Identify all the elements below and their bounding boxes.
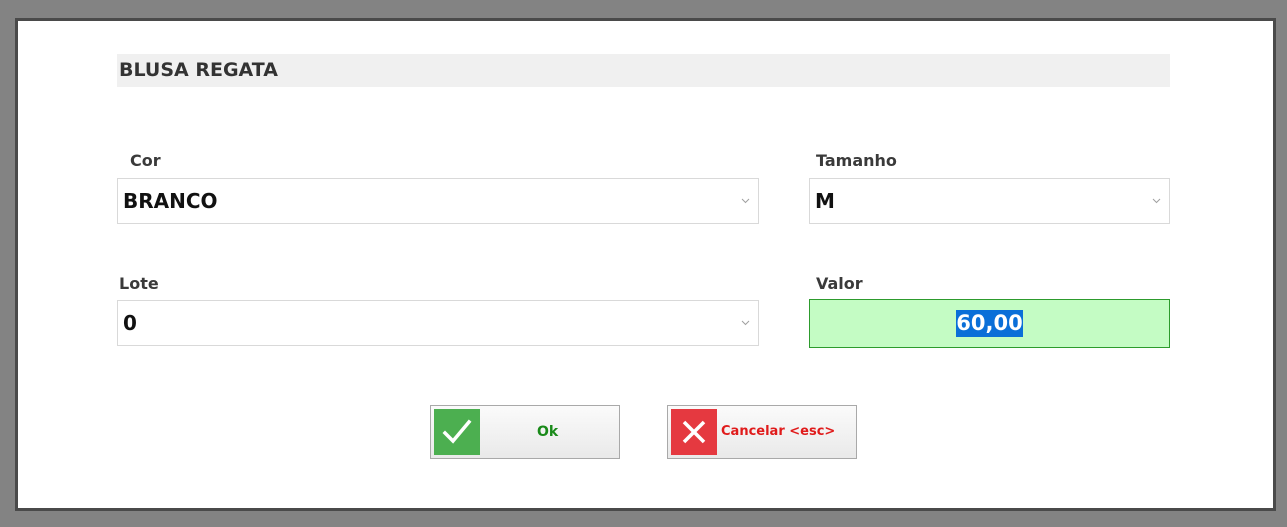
chevron-down-icon — [741, 198, 750, 204]
title-bar: BLUSA REGATA — [117, 54, 1170, 87]
tamanho-value: M — [815, 189, 835, 213]
valor-label: Valor — [816, 274, 863, 293]
valor-value: 60,00 — [956, 310, 1023, 337]
cor-value: BRANCO — [123, 189, 218, 213]
product-title: BLUSA REGATA — [119, 59, 278, 81]
tamanho-label: Tamanho — [816, 151, 897, 170]
tamanho-select[interactable]: M — [809, 178, 1170, 224]
ok-button[interactable]: Ok — [430, 405, 620, 459]
cor-label: Cor — [130, 151, 161, 170]
chevron-down-icon — [741, 320, 750, 326]
close-icon — [671, 409, 717, 455]
cor-select[interactable]: BRANCO — [117, 178, 759, 224]
cancel-button[interactable]: Cancelar <esc> — [667, 405, 857, 459]
lote-value: 0 — [123, 311, 137, 335]
lote-label: Lote — [119, 274, 159, 293]
cancel-label: Cancelar <esc> — [721, 424, 836, 439]
ok-label: Ok — [537, 424, 559, 440]
valor-input[interactable]: 60,00 — [809, 299, 1170, 348]
check-icon — [434, 409, 480, 455]
chevron-down-icon — [1152, 198, 1161, 204]
product-dialog: BLUSA REGATA Cor BRANCO Tamanho M Lote 0… — [15, 18, 1276, 511]
lote-select[interactable]: 0 — [117, 300, 759, 346]
